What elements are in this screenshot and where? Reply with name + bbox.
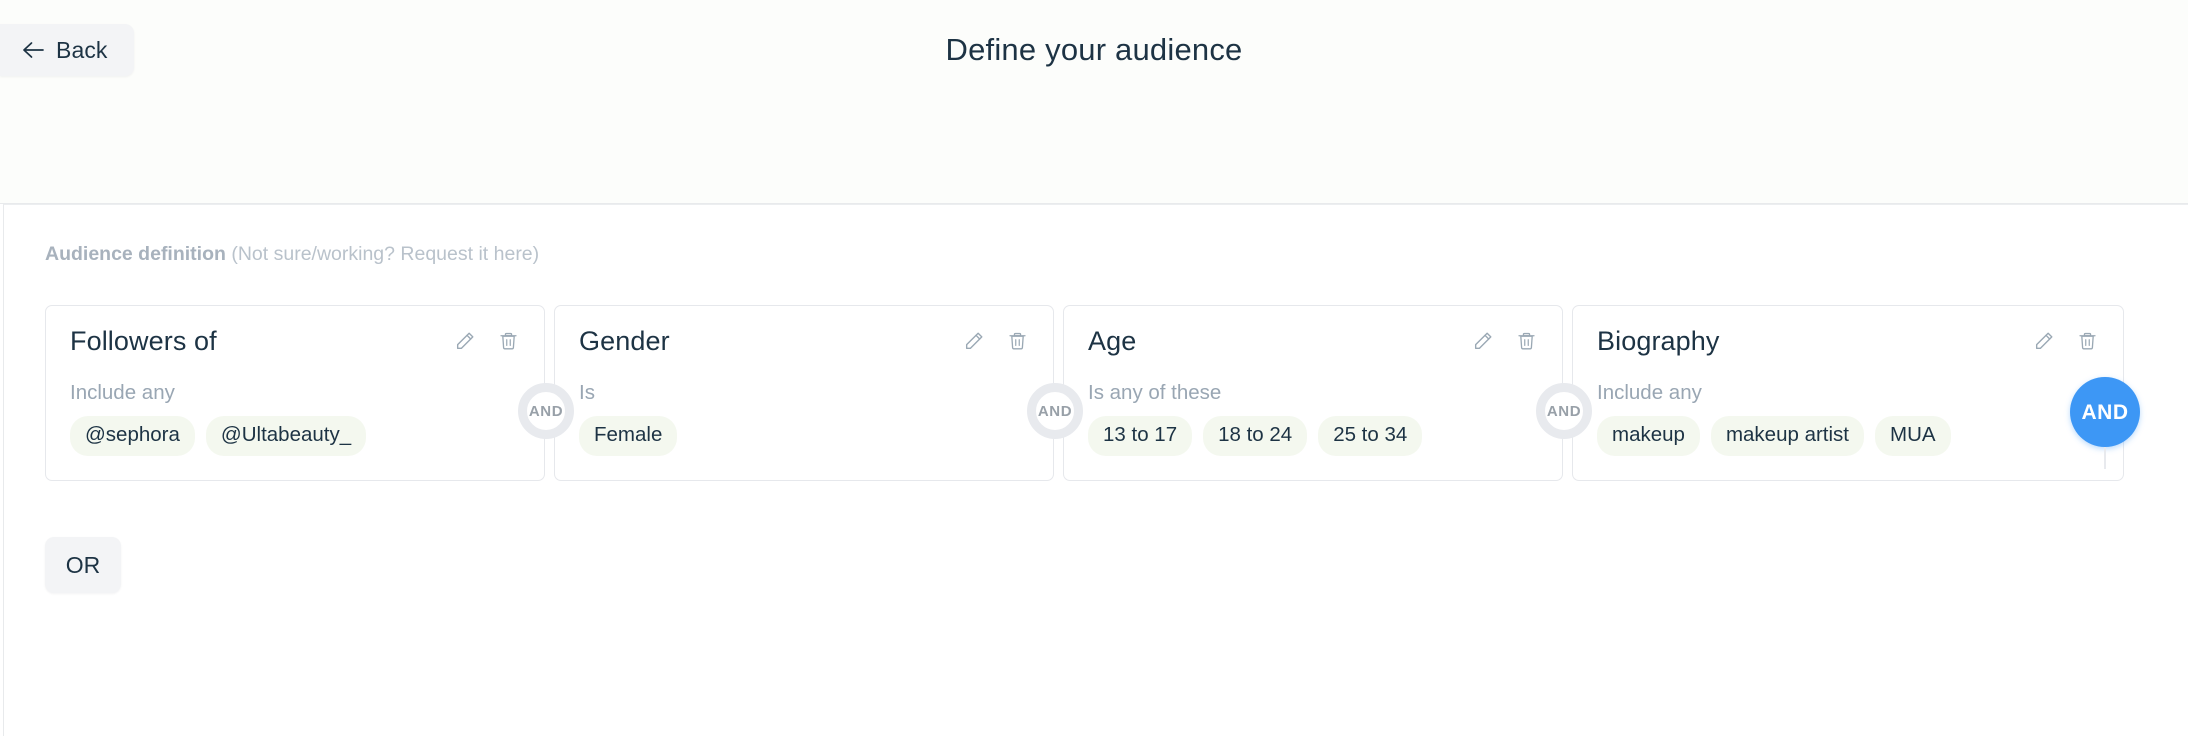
card-operator: Include any — [70, 381, 175, 404]
condition-card-age[interactable]: Age Is any of these 13 to 17 18 to 24 25… — [1063, 305, 1563, 481]
tag-chip[interactable]: Female — [579, 416, 678, 456]
add-or-group-button[interactable]: OR — [45, 537, 121, 593]
card-tags: makeup makeup artist MUA — [1597, 416, 2099, 456]
tag-chip[interactable]: 13 to 17 — [1088, 416, 1193, 456]
page-title: Define your audience — [945, 32, 1243, 67]
card-title: Gender — [579, 326, 670, 356]
trash-icon[interactable] — [496, 328, 520, 354]
tag-chip[interactable]: MUA — [1875, 416, 1951, 456]
tag-chip[interactable]: makeup artist — [1710, 416, 1864, 456]
pencil-icon[interactable] — [453, 328, 477, 354]
card-header: Gender — [579, 325, 1029, 363]
card-title: Followers of — [70, 326, 217, 356]
tag-chip[interactable]: @sephora — [70, 416, 195, 456]
condition-card-followers-of[interactable]: Followers of Include any @sephora @Ultab… — [45, 305, 545, 481]
card-operator: Include any — [1597, 381, 1702, 404]
card-tags: @sephora @Ultabeauty_ — [70, 416, 520, 456]
request-it-here-link[interactable]: (Not sure/working? Request it here) — [231, 243, 539, 265]
pencil-icon[interactable] — [1471, 328, 1495, 354]
audience-definition-title: Audience definition — [45, 243, 226, 265]
page-header: Back Define your audience — [0, 0, 2188, 204]
tag-chip[interactable]: 18 to 24 — [1203, 416, 1308, 456]
audience-definition-panel: Audience definition (Not sure/working? R… — [3, 204, 2188, 736]
audience-definition-label: Audience definition (Not sure/working? R… — [45, 243, 539, 266]
and-connector-label: AND — [1546, 402, 1582, 420]
and-connector[interactable]: AND — [518, 383, 574, 439]
card-header: Biography — [1597, 325, 2099, 363]
card-title: Biography — [1597, 326, 1720, 356]
card-actions — [453, 325, 520, 354]
card-actions — [962, 325, 1029, 354]
card-tags: Female — [579, 416, 1029, 456]
condition-card-biography[interactable]: Biography Include any makeup makeup arti… — [1572, 305, 2124, 481]
trash-icon[interactable] — [1005, 328, 1029, 354]
condition-cards-row: Followers of Include any @sephora @Ultab… — [45, 305, 2124, 481]
condition-card-gender[interactable]: Gender Is Female — [554, 305, 1054, 481]
trash-icon[interactable] — [2075, 328, 2099, 354]
card-header: Followers of — [70, 325, 520, 363]
and-connector-label: AND — [1037, 402, 1073, 420]
and-connector-label: AND — [528, 402, 564, 420]
and-active-label: AND — [2081, 400, 2129, 424]
tag-chip[interactable]: 25 to 34 — [1318, 416, 1423, 456]
card-tags: 13 to 17 18 to 24 25 to 34 — [1088, 416, 1538, 456]
card-operator: Is any of these — [1088, 381, 1222, 404]
audience-builder-page: Back Define your audience Audience defin… — [0, 0, 2188, 736]
add-and-condition-button[interactable]: AND — [2070, 377, 2140, 447]
or-button-label: OR — [65, 551, 101, 578]
tag-chip[interactable]: makeup — [1597, 416, 1700, 456]
pencil-icon[interactable] — [962, 328, 986, 354]
card-header: Age — [1088, 325, 1538, 363]
pencil-icon[interactable] — [2032, 328, 2056, 354]
and-connector[interactable]: AND — [1536, 383, 1592, 439]
and-connector[interactable]: AND — [1027, 383, 1083, 439]
trash-icon[interactable] — [1514, 328, 1538, 354]
card-actions — [1471, 325, 1538, 354]
card-title: Age — [1088, 326, 1137, 356]
card-actions — [2032, 325, 2099, 354]
tag-chip[interactable]: @Ultabeauty_ — [205, 416, 367, 456]
card-operator: Is — [579, 381, 595, 404]
